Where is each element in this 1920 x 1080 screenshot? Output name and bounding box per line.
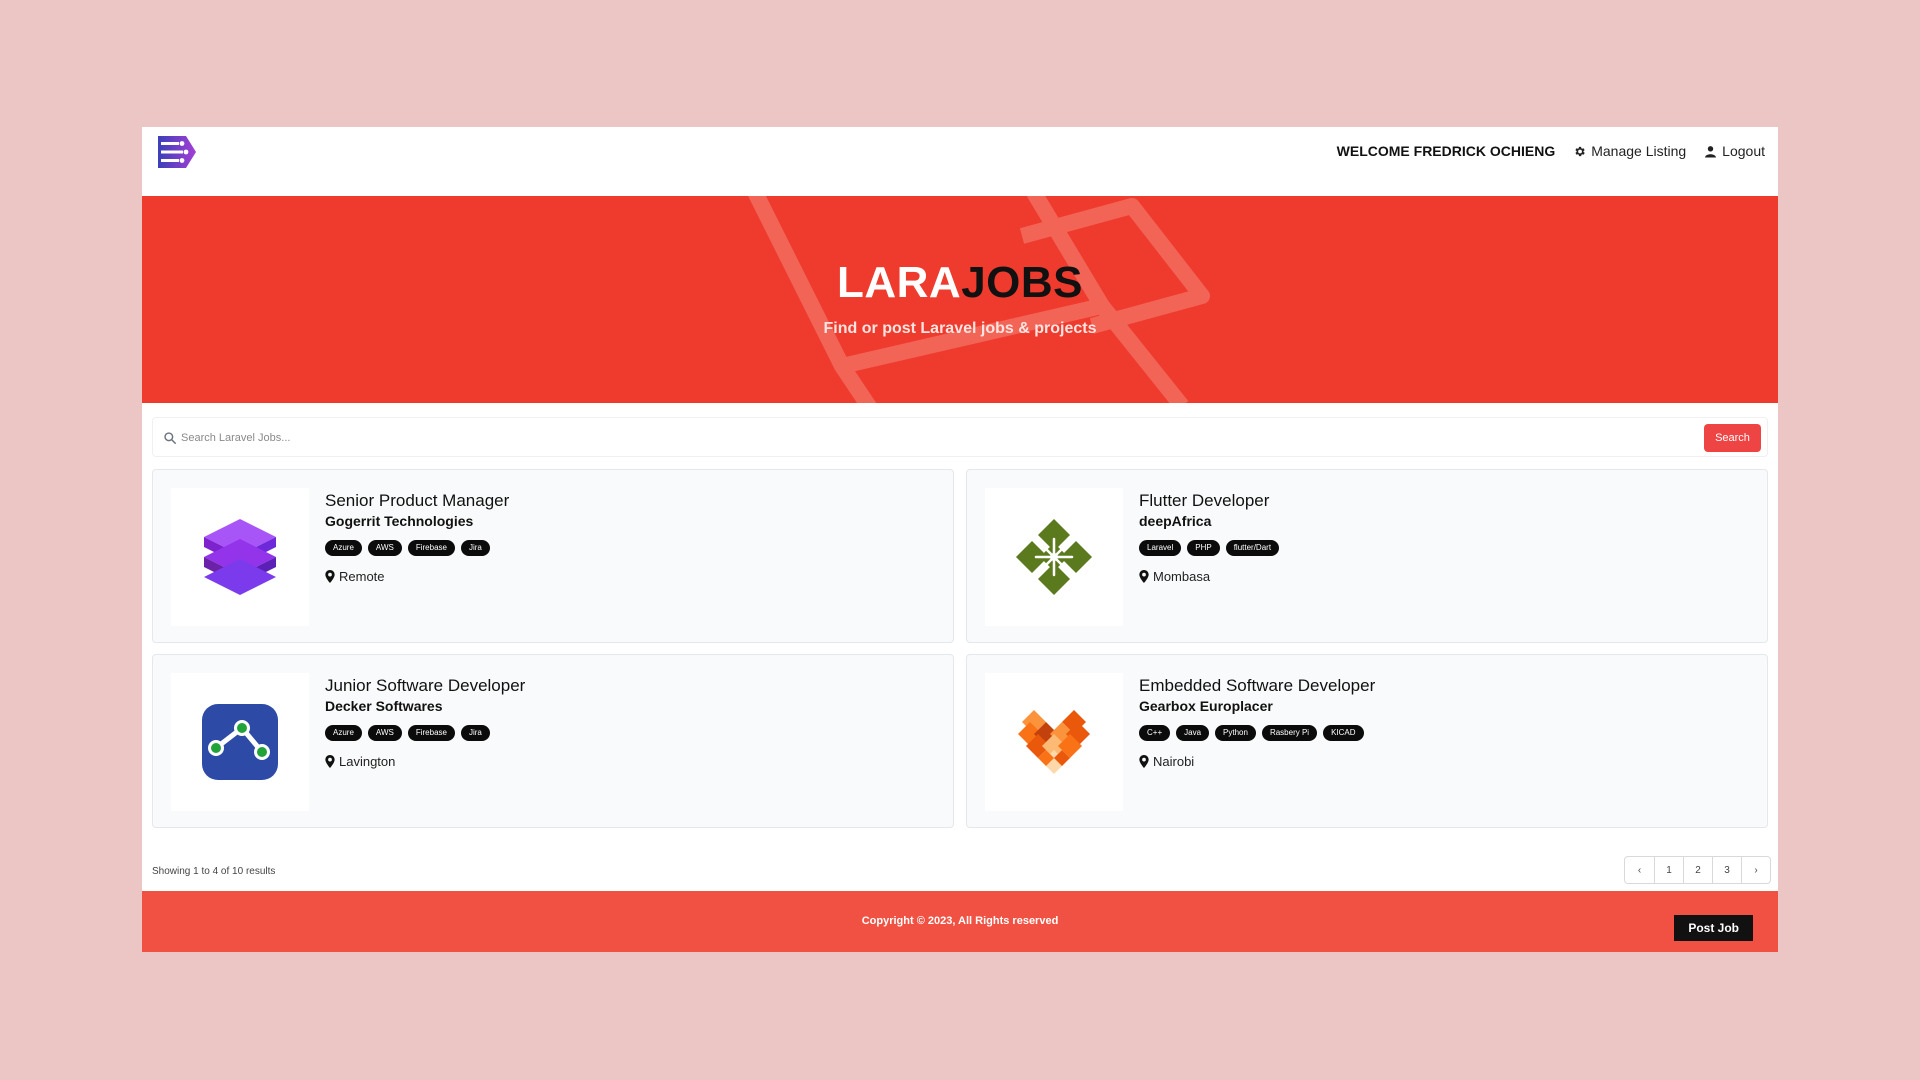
tag[interactable]: PHP: [1187, 540, 1220, 556]
tag[interactable]: Java: [1176, 725, 1210, 741]
tag[interactable]: C++: [1139, 725, 1171, 741]
tag[interactable]: AWS: [367, 540, 402, 556]
logout-link[interactable]: Logout: [1704, 143, 1765, 159]
tag-list: Azure AWS Firebase Jira: [325, 725, 525, 741]
green-clover-logo-icon: [1016, 519, 1092, 595]
tag[interactable]: flutter/Dart: [1225, 540, 1280, 556]
location-text: Lavington: [339, 754, 396, 769]
job-location: Remote: [325, 569, 509, 584]
job-title[interactable]: Flutter Developer: [1139, 490, 1279, 511]
navbar: WELCOME FREDRICK OCHIENG Manage Listing …: [142, 127, 1778, 196]
location-text: Nairobi: [1153, 754, 1195, 769]
hero-subtitle: Find or post Laravel jobs & projects: [823, 320, 1097, 337]
job-card[interactable]: Junior Software Developer Decker Softwar…: [152, 654, 954, 828]
company-logo: [985, 488, 1123, 626]
job-card-body: Junior Software Developer Decker Softwar…: [325, 675, 525, 769]
purple-cubes-logo-icon: [204, 519, 276, 595]
tag[interactable]: AWS: [367, 725, 402, 741]
tag[interactable]: Python: [1215, 725, 1256, 741]
search-button[interactable]: Search: [1704, 424, 1761, 452]
app-logo-icon[interactable]: [156, 132, 198, 172]
tag[interactable]: Azure: [325, 725, 362, 741]
location-pin-icon: [1139, 755, 1149, 768]
job-title[interactable]: Embedded Software Developer: [1139, 675, 1375, 696]
location-pin-icon: [1139, 570, 1149, 583]
company-name: Gearbox Europlacer: [1139, 698, 1273, 714]
post-job-button[interactable]: Post Job: [1674, 915, 1753, 941]
page-button-2[interactable]: 2: [1683, 857, 1712, 883]
welcome-text: WELCOME FREDRICK OCHIENG: [1336, 143, 1556, 159]
app-frame: WELCOME FREDRICK OCHIENG Manage Listing …: [142, 127, 1778, 952]
nav-right: WELCOME FREDRICK OCHIENG Manage Listing …: [1337, 143, 1765, 159]
job-card-body: Embedded Software Developer Gearbox Euro…: [1139, 675, 1375, 769]
company-name: deepAfrica: [1139, 513, 1212, 529]
tag-list: C++ Java Python Rasbery Pi KICAD: [1139, 725, 1375, 741]
orange-heart-logo-icon: [1018, 710, 1090, 774]
hero-banner: LARAJOBS Find or post Laravel jobs & pro…: [142, 196, 1778, 403]
location-pin-icon: [325, 755, 335, 768]
prev-page-button[interactable]: ‹: [1625, 857, 1654, 883]
job-title[interactable]: Junior Software Developer: [325, 675, 525, 696]
company-name: Gogerrit Technologies: [325, 513, 474, 529]
tag[interactable]: Jira: [460, 725, 490, 741]
footer: Copyright © 2023, All Rights reserved Po…: [142, 891, 1778, 952]
page-button-3[interactable]: 3: [1712, 857, 1741, 883]
location-text: Remote: [339, 569, 385, 584]
job-location: Nairobi: [1139, 754, 1375, 769]
next-page-button[interactable]: ›: [1741, 857, 1770, 883]
tag[interactable]: KICAD: [1323, 725, 1364, 741]
search-input[interactable]: [181, 425, 1581, 451]
copyright-text: Copyright © 2023, All Rights reserved: [861, 915, 1059, 927]
job-location: Lavington: [325, 754, 525, 769]
tag[interactable]: Azure: [325, 540, 362, 556]
hero-title-lara: LARA: [836, 258, 962, 307]
search-bar: Search: [152, 417, 1768, 457]
job-card[interactable]: Flutter Developer deepAfrica Laravel PHP…: [966, 469, 1768, 643]
tag-list: Azure AWS Firebase Jira: [325, 540, 509, 556]
manage-listing-link[interactable]: Manage Listing: [1573, 143, 1686, 159]
tag[interactable]: Laravel: [1139, 540, 1182, 556]
tag[interactable]: Firebase: [407, 540, 455, 556]
page-button-1[interactable]: 1: [1654, 857, 1683, 883]
job-location: Mombasa: [1139, 569, 1279, 584]
tag[interactable]: Firebase: [407, 725, 455, 741]
job-card-body: Senior Product Manager Gogerrit Technolo…: [325, 490, 509, 584]
company-logo: [985, 673, 1123, 811]
hero-title: LARAJOBS: [142, 258, 1778, 308]
tag[interactable]: Jira: [460, 540, 490, 556]
job-title[interactable]: Senior Product Manager: [325, 490, 509, 511]
company-name: Decker Softwares: [325, 698, 443, 714]
gear-icon: [1575, 146, 1585, 156]
job-card-body: Flutter Developer deepAfrica Laravel PHP…: [1139, 490, 1280, 584]
job-card[interactable]: Embedded Software Developer Gearbox Euro…: [966, 654, 1768, 828]
pagination: ‹ 1 2 3 ›: [1624, 856, 1771, 884]
job-card[interactable]: Senior Product Manager Gogerrit Technolo…: [152, 469, 954, 643]
company-logo: [171, 488, 309, 626]
hero-title-jobs: JOBS: [961, 258, 1084, 307]
location-pin-icon: [325, 570, 335, 583]
company-logo: [171, 673, 309, 811]
tag[interactable]: Rasbery Pi: [1261, 725, 1318, 741]
results-count: Showing 1 to 4 of 10 results: [152, 866, 276, 877]
blue-network-logo-icon: [202, 704, 278, 780]
search-icon: [164, 432, 176, 444]
tag-list: Laravel PHP flutter/Dart: [1139, 540, 1280, 556]
user-icon: [1705, 145, 1717, 157]
manage-listing-label: Manage Listing: [1591, 143, 1687, 159]
logout-label: Logout: [1722, 143, 1765, 159]
location-text: Mombasa: [1153, 569, 1211, 584]
